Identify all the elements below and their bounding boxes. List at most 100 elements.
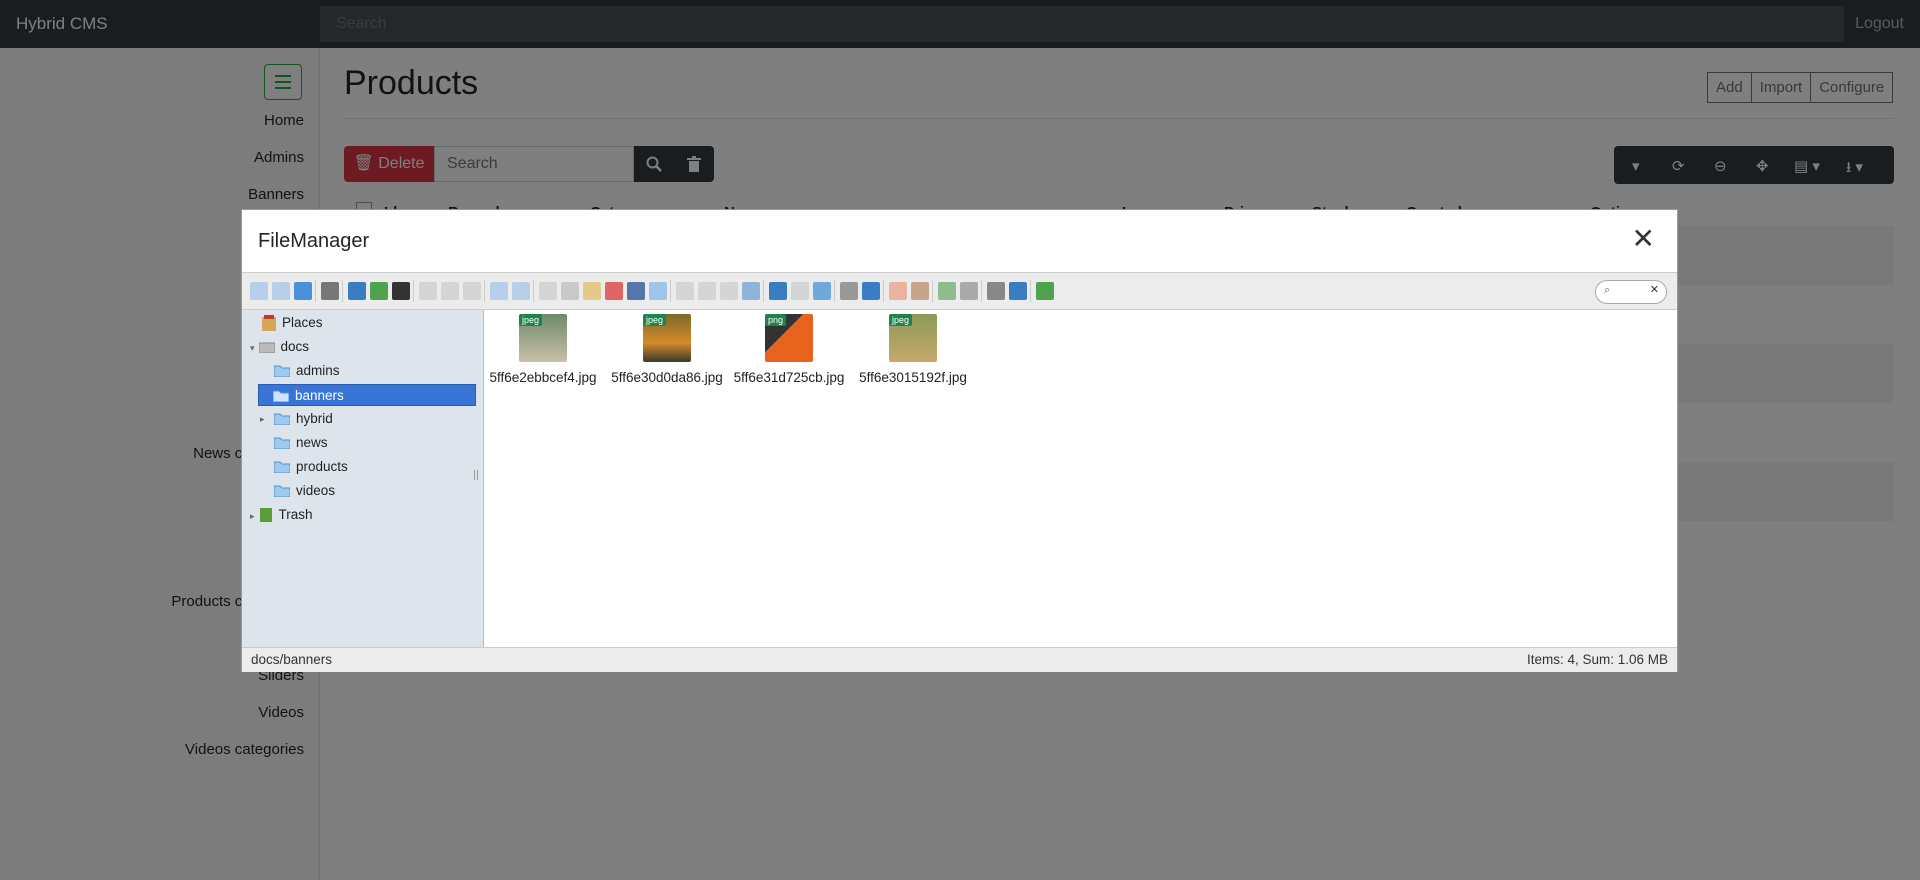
expand-arrow-icon[interactable]: ▸ — [250, 511, 255, 521]
toolbar-separator — [1030, 280, 1031, 302]
toolbar-separator — [533, 280, 534, 302]
clear-search-icon[interactable]: ✕ — [1650, 283, 1659, 296]
folder-label: news — [296, 435, 328, 450]
toolbar-separator — [932, 280, 933, 302]
sort-icon[interactable] — [889, 282, 907, 300]
close-icon[interactable]: ✕ — [1632, 222, 1655, 255]
delete-icon[interactable] — [605, 282, 623, 300]
folder-label: products — [296, 459, 348, 474]
filter-icon[interactable] — [911, 282, 929, 300]
status-summary: Items: 4, Sum: 1.06 MB — [1526, 652, 1668, 667]
copy-icon[interactable] — [539, 282, 557, 300]
toolbar-separator — [315, 280, 316, 302]
folder-icon — [274, 437, 290, 450]
folder-icon — [273, 390, 289, 403]
status-bar: docs/banners Items: 4, Sum: 1.06 MB — [242, 647, 1677, 672]
preview-icon[interactable] — [840, 282, 858, 300]
paste-icon[interactable] — [583, 282, 601, 300]
help-icon[interactable] — [1009, 282, 1027, 300]
file-item[interactable]: png 5ff6e31d725cb.jpg — [730, 314, 848, 386]
folder-icon — [274, 413, 290, 426]
toolbar-separator — [342, 280, 343, 302]
places-label: Places — [282, 315, 323, 330]
home-icon[interactable] — [321, 282, 339, 300]
tree-node-videos[interactable]: videos — [274, 480, 335, 502]
status-path: docs/banners — [251, 652, 333, 667]
filemanager-toolbar: ⌕ ✕ — [242, 273, 1677, 310]
tree-node-products[interactable]: products — [274, 456, 348, 478]
file-name: 5ff6e2ebbcef4.jpg — [489, 370, 597, 385]
file-thumbnail: jpeg — [519, 314, 567, 362]
redo-icon[interactable] — [512, 282, 530, 300]
gear-icon[interactable] — [987, 282, 1005, 300]
duplicate-icon[interactable] — [676, 282, 694, 300]
cut-icon[interactable] — [561, 282, 579, 300]
mkfile-icon[interactable] — [370, 282, 388, 300]
file-name: 5ff6e30d0da86.jpg — [611, 370, 723, 385]
tree-node-admins[interactable]: admins — [274, 360, 340, 382]
file-thumbnail: png — [765, 314, 813, 362]
filemanager-search-input[interactable]: ⌕ ✕ — [1595, 280, 1667, 304]
file-type-badge: png — [765, 314, 787, 326]
toolbar-separator — [883, 280, 884, 302]
open-icon[interactable] — [419, 282, 437, 300]
file-item[interactable]: jpeg 5ff6e30d0da86.jpg — [608, 314, 726, 386]
file-type-badge: jpeg — [643, 314, 667, 326]
folder-icon — [274, 365, 290, 378]
grid-view-icon[interactable] — [791, 282, 809, 300]
tree-node-docs[interactable]: ▾ docs — [250, 336, 309, 358]
download-icon[interactable] — [441, 282, 459, 300]
mkdir-icon[interactable] — [348, 282, 366, 300]
edit-icon[interactable] — [720, 282, 738, 300]
toolbar-separator — [834, 280, 835, 302]
trash-label: Trash — [278, 507, 313, 522]
tree-node-hybrid[interactable]: ▸ hybrid — [260, 408, 333, 430]
extract-icon[interactable] — [813, 282, 831, 300]
tree-node-places[interactable]: Places — [262, 312, 323, 334]
file-item[interactable]: jpeg 5ff6e2ebbcef4.jpg — [484, 314, 602, 386]
file-thumbnail: jpeg — [643, 314, 691, 362]
sort-list-icon[interactable] — [960, 282, 978, 300]
filemanager-modal: FileManager ✕ ⌕ ✕ Places ▾ docs admins b… — [241, 209, 1678, 672]
tree-node-trash[interactable]: ▸ Trash — [250, 504, 313, 526]
undo-icon[interactable] — [490, 282, 508, 300]
folder-tree: Places ▾ docs admins banners ▸ hybrid news pro… — [242, 310, 484, 647]
fullscreen-icon[interactable] — [1036, 282, 1054, 300]
file-name: 5ff6e3015192f.jpg — [859, 370, 967, 385]
tree-node-banners[interactable]: banners — [258, 384, 476, 406]
toolbar-separator — [484, 280, 485, 302]
info-icon[interactable] — [862, 282, 880, 300]
file-item[interactable]: jpeg 5ff6e3015192f.jpg — [854, 314, 972, 386]
tree-resize-handle[interactable] — [474, 470, 478, 480]
hide-icon[interactable] — [649, 282, 667, 300]
toolbar-separator — [763, 280, 764, 302]
forward-icon[interactable] — [272, 282, 290, 300]
select-icon[interactable] — [463, 282, 481, 300]
icons-view-icon[interactable] — [769, 282, 787, 300]
empty-icon[interactable] — [627, 282, 645, 300]
file-type-badge: jpeg — [889, 314, 913, 326]
trash-icon — [259, 508, 272, 523]
toolbar-separator — [981, 280, 982, 302]
tree-node-news[interactable]: news — [274, 432, 328, 454]
list-view-icon[interactable] — [938, 282, 956, 300]
search-icon: ⌕ — [1604, 284, 1611, 296]
docs-label: docs — [280, 339, 310, 354]
rename-icon[interactable] — [698, 282, 716, 300]
folder-label: admins — [296, 363, 340, 378]
file-list: jpeg 5ff6e2ebbcef4.jpg jpeg 5ff6e30d0da86.j… — [484, 310, 1677, 647]
back-icon[interactable] — [250, 282, 268, 300]
expand-arrow-icon[interactable]: ▾ — [250, 343, 255, 353]
folder-icon — [274, 485, 290, 498]
drive-icon — [258, 342, 275, 354]
folder-label: banners — [295, 388, 344, 403]
toolbar-separator — [670, 280, 671, 302]
resize-icon[interactable] — [742, 282, 760, 300]
places-icon — [262, 315, 276, 332]
up-icon[interactable] — [294, 282, 312, 300]
file-thumbnail: jpeg — [889, 314, 937, 362]
toolbar-separator — [413, 280, 414, 302]
file-type-badge: jpeg — [519, 314, 543, 326]
save-icon[interactable] — [392, 282, 410, 300]
expand-arrow-icon[interactable]: ▸ — [260, 408, 265, 430]
